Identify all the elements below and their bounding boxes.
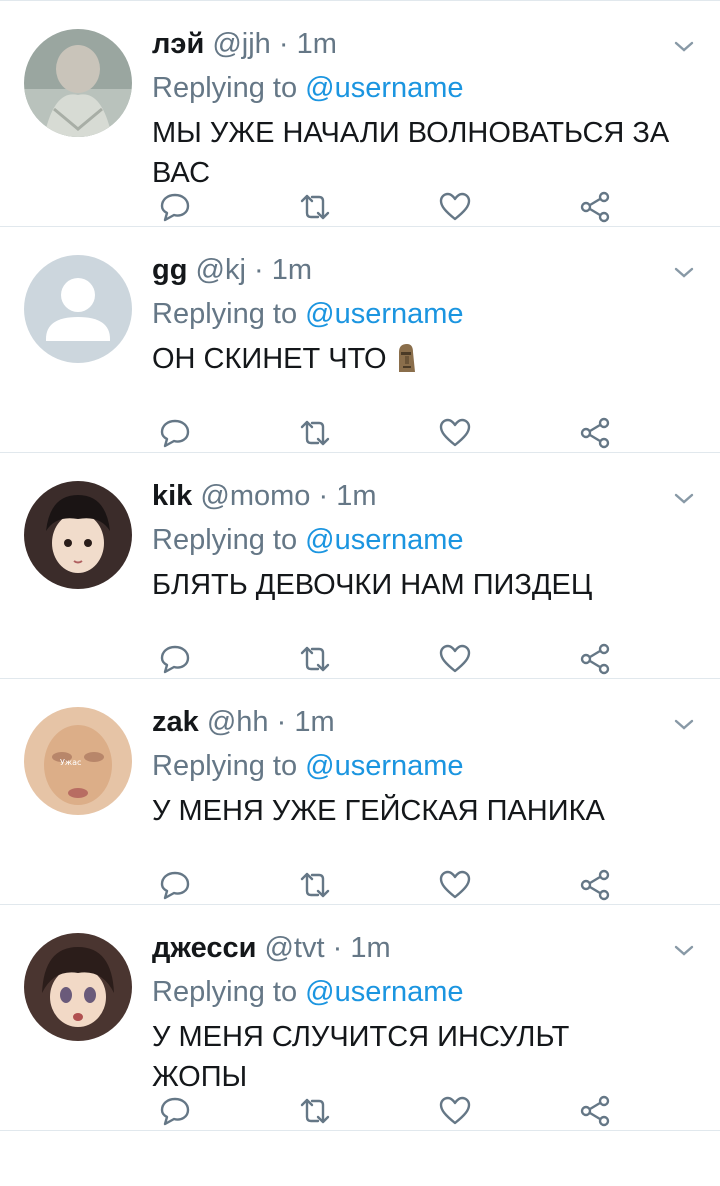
share-icon[interactable] [578,643,612,675]
tweet[interactable]: Ужас zak @hh · 1m Replying to @username … [0,679,720,904]
tweet-header: джесси @tvt · 1m [152,931,391,965]
display-name[interactable]: джесси [152,932,256,964]
action-bar [152,869,632,901]
share-icon[interactable] [578,191,612,223]
divider [0,1130,720,1131]
separator-dot: · [278,28,289,60]
replying-to-label: Replying to [152,750,298,782]
tweet[interactable]: лэй @jjh · 1m Replying to @username МЫ У… [0,1,720,226]
mention-link[interactable]: @username [305,750,463,782]
retweet-icon[interactable] [298,869,332,901]
display-name[interactable]: лэй [152,28,204,60]
separator-dot: · [253,254,264,286]
replying-to-label: Replying to [152,524,298,556]
reply-icon[interactable] [158,191,192,223]
mention-link[interactable]: @username [305,298,463,330]
tweet-header: лэй @jjh · 1m [152,27,337,61]
retweet-icon[interactable] [298,417,332,449]
like-icon[interactable] [438,191,472,223]
reply-icon[interactable] [158,417,192,449]
chevron-down-icon[interactable] [672,939,696,963]
action-bar [152,417,632,449]
chevron-down-icon[interactable] [672,35,696,59]
timestamp[interactable]: 1m [297,28,337,60]
mention-link[interactable]: @username [305,976,463,1008]
share-icon[interactable] [578,1095,612,1127]
replying-to: Replying to @username [152,71,464,105]
replying-to-label: Replying to [152,72,298,104]
avatar[interactable]: Ужас [24,707,132,815]
action-bar [152,191,632,223]
display-name[interactable]: zak [152,706,199,738]
replying-to: Replying to @username [152,523,464,557]
retweet-icon[interactable] [298,191,332,223]
user-handle[interactable]: @momo [200,480,310,512]
avatar[interactable] [24,933,132,1041]
avatar[interactable] [24,255,132,363]
share-icon[interactable] [578,417,612,449]
separator-dot: · [318,480,329,512]
tweet[interactable]: джесси @tvt · 1m Replying to @username У… [0,905,720,1130]
avatar[interactable] [24,481,132,589]
timestamp[interactable]: 1m [294,706,334,738]
reply-icon[interactable] [158,869,192,901]
like-icon[interactable] [438,643,472,675]
tweet-text: БЛЯТЬ ДЕВОЧКИ НАМ ПИЗДЕЦ [152,569,593,601]
separator-dot: · [332,932,343,964]
like-icon[interactable] [438,417,472,449]
display-name[interactable]: gg [152,254,187,286]
action-bar [152,1095,632,1127]
tweet-header: kik @momo · 1m [152,479,377,513]
reply-icon[interactable] [158,1095,192,1127]
user-handle[interactable]: @kj [196,254,246,286]
tweet-header: zak @hh · 1m [152,705,335,739]
moai-emoji [393,342,417,385]
replying-to-label: Replying to [152,976,298,1008]
replying-to-label: Replying to [152,298,298,330]
display-name[interactable]: kik [152,480,192,512]
replying-to: Replying to @username [152,749,464,783]
chevron-down-icon[interactable] [672,261,696,285]
avatar[interactable] [24,29,132,137]
tweet[interactable]: gg @kj · 1m Replying to @username ОН СКИ… [0,227,720,452]
user-handle[interactable]: @tvt [264,932,324,964]
like-icon[interactable] [438,1095,472,1127]
tweet-header: gg @kj · 1m [152,253,312,287]
chevron-down-icon[interactable] [672,487,696,511]
timestamp[interactable]: 1m [336,480,376,512]
tweet[interactable]: kik @momo · 1m Replying to @username БЛЯ… [0,453,720,678]
tweet-text: ОН СКИНЕТ ЧТО [152,343,387,375]
action-bar [152,643,632,675]
mention-link[interactable]: @username [305,72,463,104]
separator-dot: · [276,706,287,738]
tweet-text: МЫ УЖЕ НАЧАЛИ ВОЛНОВАТЬСЯ ЗА ВАС [152,117,670,189]
replying-to: Replying to @username [152,975,464,1009]
like-icon[interactable] [438,869,472,901]
tweet-feed: лэй @jjh · 1m Replying to @username МЫ У… [0,0,720,1131]
replying-to: Replying to @username [152,297,464,331]
retweet-icon[interactable] [298,1095,332,1127]
user-handle[interactable]: @hh [207,706,269,738]
retweet-icon[interactable] [298,643,332,675]
reply-icon[interactable] [158,643,192,675]
share-icon[interactable] [578,869,612,901]
tweet-text: У МЕНЯ СЛУЧИТСЯ ИНСУЛЬТ ЖОПЫ [152,1021,570,1093]
tweet-text: У МЕНЯ УЖЕ ГЕЙСКАЯ ПАНИКА [152,795,605,827]
tweet-text-wrap: ОН СКИНЕТ ЧТО [152,339,672,385]
timestamp[interactable]: 1m [350,932,390,964]
mention-link[interactable]: @username [305,524,463,556]
timestamp[interactable]: 1m [272,254,312,286]
chevron-down-icon[interactable] [672,713,696,737]
avatar-caption: Ужас [60,758,81,767]
user-handle[interactable]: @jjh [212,28,270,60]
